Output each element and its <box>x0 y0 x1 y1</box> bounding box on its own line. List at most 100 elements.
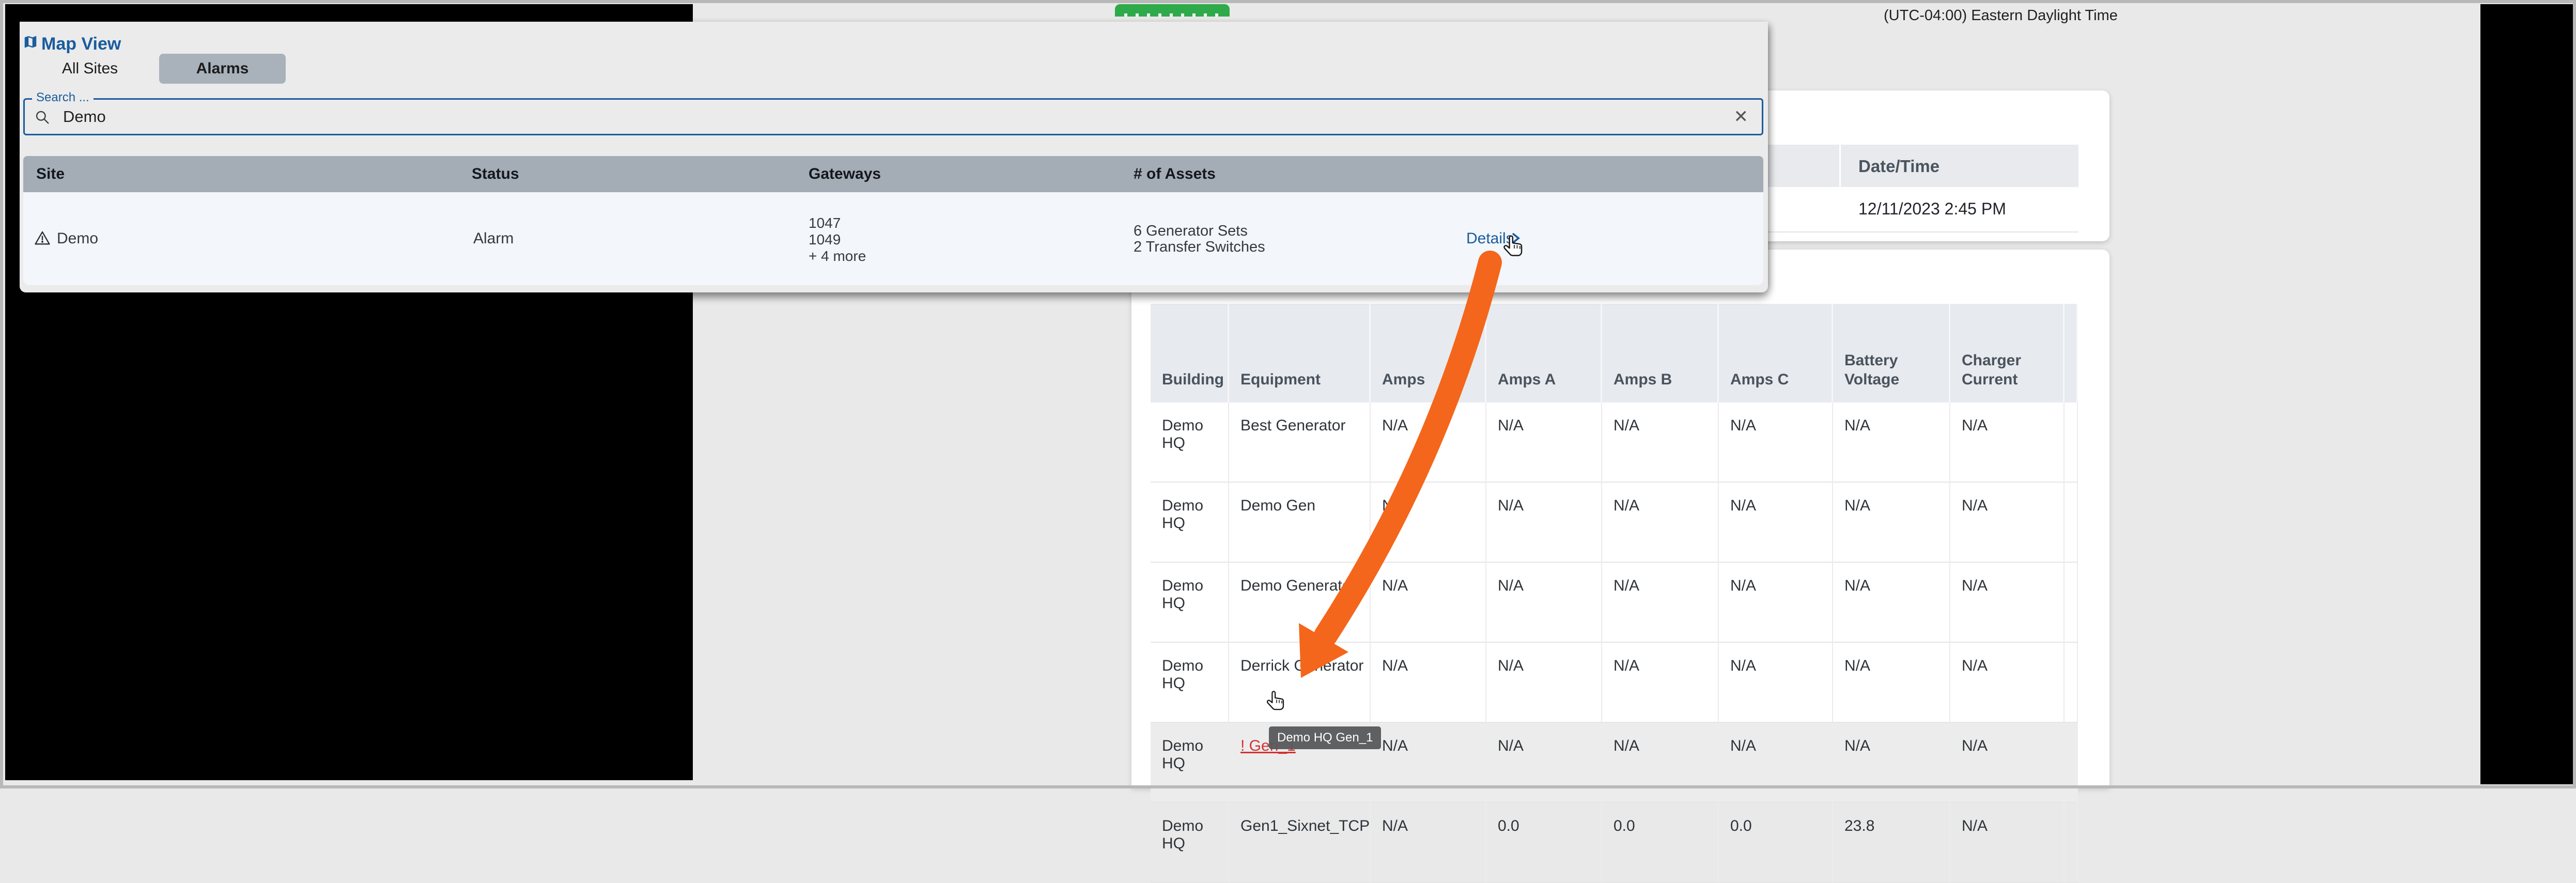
cell-amps-c: N/A <box>1719 483 1833 563</box>
search-input[interactable] <box>62 107 1614 127</box>
cell-charger-current: N/A <box>1950 402 2065 483</box>
search-icon <box>34 109 51 126</box>
hand-cursor-icon <box>1265 689 1289 713</box>
col-amps: Amps <box>1371 304 1486 402</box>
col-amps-c: Amps C <box>1719 304 1833 402</box>
cell-building: Demo HQ <box>1151 483 1229 563</box>
cell-amps-b: N/A <box>1602 483 1719 563</box>
cell-charger-current: N/A <box>1950 723 2065 803</box>
event-date-time: 12/11/2023 2:45 PM <box>1858 199 2006 219</box>
cell-amps: N/A <box>1371 483 1486 563</box>
site-assets: 6 Generator Sets 2 Transfer Switches <box>1134 223 1265 255</box>
cell-building: Demo HQ <box>1151 803 1229 883</box>
cell-amps: N/A <box>1371 643 1486 723</box>
cell-amps-b: N/A <box>1602 723 1719 803</box>
cell-equipment: Gen1_Sixnet_TCP <box>1229 803 1371 883</box>
cell-building: Demo HQ <box>1151 643 1229 723</box>
col-equipment: Equipment <box>1229 304 1371 402</box>
site-status: Alarm <box>473 192 514 285</box>
cell-battery-voltage: N/A <box>1833 563 1950 643</box>
col-amps-a: Amps A <box>1486 304 1602 402</box>
search-label: Search ... <box>32 90 94 105</box>
events-panel: Date/Time 12/11/2023 2:45 PM <box>1726 90 2109 241</box>
equipment-row[interactable]: Demo HQ Gen1_Sixnet_TCP N/A 0.0 0.0 0.0 … <box>1151 803 2078 883</box>
alarm-warning-icon <box>34 229 51 247</box>
site-gateways: 1047 1049 + 4 more <box>809 215 866 265</box>
cell-battery-voltage: 23.8 <box>1833 803 1950 883</box>
cell-equipment: Demo Gen <box>1229 483 1371 563</box>
cell-equipment: Demo Generator <box>1229 563 1371 643</box>
col-gateways: Gateways <box>809 156 881 192</box>
event-row[interactable]: 12/11/2023 2:45 PM <box>1726 187 2078 233</box>
app-root: (UTC-04:00) Eastern Daylight Time Date/T… <box>0 0 2576 788</box>
cell-amps-a: 0.0 <box>1486 803 1602 883</box>
date-time-column-header: Date/Time <box>1858 157 1939 176</box>
gateway-line: 1049 <box>809 231 866 248</box>
equipment-table: Building Equipment Amps Amps A Amps B Am… <box>1151 304 2078 883</box>
cell-building: Demo HQ <box>1151 723 1229 803</box>
cell-amps-a: N/A <box>1486 483 1602 563</box>
masked-side-strip <box>2480 4 2573 784</box>
equipment-header-row: Building Equipment Amps Amps A Amps B Am… <box>1151 304 2078 402</box>
col-amps-b: Amps B <box>1602 304 1719 402</box>
equipment-row[interactable]: Demo HQ Demo Generator N/A N/A N/A N/A N… <box>1151 563 2078 643</box>
cell-amps-c: 0.0 <box>1719 803 1833 883</box>
cell-charger-current: N/A <box>1950 803 2065 883</box>
cell-amps: N/A <box>1371 402 1486 483</box>
cell-charger-current: N/A <box>1950 643 2065 723</box>
hand-cursor-icon <box>1501 234 1527 259</box>
cell-battery-voltage: N/A <box>1833 723 1950 803</box>
asset-line: 6 Generator Sets <box>1134 223 1265 239</box>
cell-amps: N/A <box>1371 723 1486 803</box>
cell-spacer <box>2065 483 2078 563</box>
cell-equipment: Best Generator <box>1229 402 1371 483</box>
cell-spacer <box>2065 723 2078 803</box>
equipment-row[interactable]: Demo HQ Best Generator N/A N/A N/A N/A N… <box>1151 402 2078 483</box>
col-charger-current: Charger Current <box>1950 304 2065 402</box>
cell-building: Demo HQ <box>1151 563 1229 643</box>
clear-search-icon[interactable]: ✕ <box>1734 107 1749 127</box>
map-icon <box>23 33 38 51</box>
col-status: Status <box>472 156 519 192</box>
cell-amps-c: N/A <box>1719 402 1833 483</box>
toast-notification[interactable] <box>1115 4 1230 17</box>
col-num-assets: # of Assets <box>1134 156 1216 192</box>
tab-all-sites[interactable]: All Sites <box>49 54 131 84</box>
equipment-row[interactable]: Demo HQ Derrick Generator N/A N/A N/A N/… <box>1151 643 2078 723</box>
site-name: Demo <box>57 192 98 285</box>
cell-amps: N/A <box>1371 563 1486 643</box>
panel-title: Map View <box>41 34 121 54</box>
equipment-row[interactable]: Demo HQ Demo Gen N/A N/A N/A N/A N/A N/A <box>1151 483 2078 563</box>
timezone-label: (UTC-04:00) Eastern Daylight Time <box>1884 7 2118 24</box>
asset-line: 2 Transfer Switches <box>1134 239 1265 255</box>
cell-amps-a: N/A <box>1486 643 1602 723</box>
cell-amps-a: N/A <box>1486 563 1602 643</box>
cell-amps: N/A <box>1371 803 1486 883</box>
cell-amps-c: N/A <box>1719 563 1833 643</box>
cell-amps-b: 0.0 <box>1602 803 1719 883</box>
cell-battery-voltage: N/A <box>1833 402 1950 483</box>
cell-charger-current: N/A <box>1950 563 2065 643</box>
gateway-more-link[interactable]: + 4 more <box>809 248 866 265</box>
search-field[interactable]: ✕ <box>23 98 1763 135</box>
cell-amps-b: N/A <box>1602 402 1719 483</box>
cell-spacer <box>2065 563 2078 643</box>
cell-amps-a: N/A <box>1486 402 1602 483</box>
cell-spacer <box>2065 643 2078 723</box>
sites-table-header: Site Status Gateways # of Assets <box>23 156 1763 192</box>
cell-amps-c: N/A <box>1719 643 1833 723</box>
toast-clipped-text <box>1124 13 1220 17</box>
cell-spacer <box>2065 402 2078 483</box>
tab-alarms[interactable]: Alarms <box>159 54 286 84</box>
cell-amps-b: N/A <box>1602 643 1719 723</box>
col-battery-voltage: Battery Voltage <box>1833 304 1950 402</box>
col-spacer <box>2065 304 2078 402</box>
col-building: Building <box>1151 304 1229 402</box>
gateway-line: 1047 <box>809 215 866 231</box>
cell-equipment: Derrick Generator <box>1229 643 1371 723</box>
cell-building: Demo HQ <box>1151 402 1229 483</box>
col-site: Site <box>36 156 65 192</box>
cell-amps-a: N/A <box>1486 723 1602 803</box>
cell-amps-c: N/A <box>1719 723 1833 803</box>
cell-spacer <box>2065 803 2078 883</box>
